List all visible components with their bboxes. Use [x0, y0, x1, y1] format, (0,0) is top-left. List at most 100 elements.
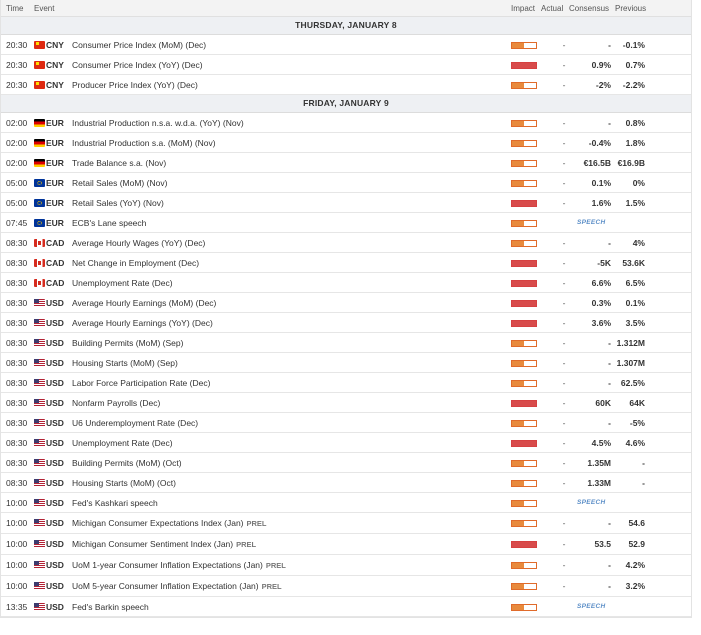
event-name[interactable]: Average Hourly Earnings (MoM) (Dec) [72, 298, 216, 308]
event-row[interactable]: 20:30 CNY Consumer Price Index (MoM) (Dec)… [1, 35, 691, 55]
event-name[interactable]: Retail Sales (YoY) (Nov) [72, 198, 164, 208]
actual-value: - [562, 438, 566, 448]
event-name[interactable]: Unemployment Rate (Dec) [72, 438, 173, 448]
event-name[interactable]: Nonfarm Payrolls (Dec) [72, 398, 160, 408]
event-row[interactable]: 08:30 USD Nonfarm Payrolls (Dec) - 60K 64K [1, 393, 691, 413]
impact-indicator [511, 583, 537, 590]
event-title[interactable]: Michigan Consumer Sentiment Index (Jan) [72, 539, 233, 549]
event-title[interactable]: Producer Price Index (YoY) (Dec) [72, 80, 198, 90]
event-row[interactable]: 02:00 EUR Trade Balance s.a. (Nov) - €16.5B €… [1, 153, 691, 173]
event-row[interactable]: 08:30 USD Average Hourly Earnings (YoY) (D… [1, 313, 691, 333]
event-title[interactable]: Average Hourly Earnings (YoY) (Dec) [72, 318, 213, 328]
event-title[interactable]: Fed's Kashkari speech [72, 498, 158, 508]
event-row[interactable]: 10:00 USD UoM 5-year Consumer Inflation Ex… [1, 576, 691, 597]
event-row[interactable]: 08:30 USD U6 Underemployment Rate (Dec) - - -… [1, 413, 691, 433]
event-row[interactable]: 10:00 USD Fed's Kashkari speech SPEECH [1, 493, 691, 513]
event-row[interactable]: 20:30 CNY Producer Price Index (YoY) (Dec)… [1, 75, 691, 95]
event-name[interactable]: U6 Underemployment Rate (Dec) [72, 418, 198, 428]
event-title[interactable]: Retail Sales (YoY) (Nov) [72, 198, 164, 208]
event-name[interactable]: UoM 5-year Consumer Inflation Expectatio… [72, 581, 282, 591]
consensus-value: - [608, 338, 611, 348]
event-row[interactable]: 08:30 USD Building Permits (MoM) (Sep) - -1.… [1, 333, 691, 353]
event-name[interactable]: Labor Force Participation Rate (Dec) [72, 378, 210, 388]
event-row[interactable]: 08:30 USD Building Permits (MoM) (Oct) - 1.3… [1, 453, 691, 473]
event-title[interactable]: Building Permits (MoM) (Oct) [72, 458, 182, 468]
event-row[interactable]: 13:35 USD Fed's Barkin speech SPEECH [1, 597, 691, 617]
event-title[interactable]: Consumer Price Index (MoM) (Dec) [72, 40, 206, 50]
event-row[interactable]: 08:30 CAD Net Change in Employment (Dec) - -… [1, 253, 691, 273]
event-name[interactable]: Michigan Consumer Expectations Index (Ja… [72, 518, 267, 528]
event-name[interactable]: Average Hourly Earnings (YoY) (Dec) [72, 318, 213, 328]
event-row[interactable]: 07:45 EUR ECB's Lane speech SPEECH [1, 213, 691, 233]
event-name[interactable]: Consumer Price Index (YoY) (Dec) [72, 60, 203, 70]
event-name[interactable]: Industrial Production n.s.a. w.d.a. (YoY… [72, 118, 244, 128]
impact-indicator [511, 320, 537, 327]
event-title[interactable]: Industrial Production n.s.a. w.d.a. (YoY… [72, 118, 244, 128]
event-row[interactable]: 08:30 CAD Average Hourly Wages (YoY) (Dec)… [1, 233, 691, 253]
impact-fill [512, 521, 524, 526]
currency-code: EUR [46, 218, 64, 228]
event-row[interactable]: 02:00 EUR Industrial Production n.s.a. w.d… [1, 113, 691, 133]
consensus-value: 53.5 [594, 539, 611, 549]
event-row[interactable]: 05:00 EUR Retail Sales (YoY) (Nov) - 1.6% 1.5… [1, 193, 691, 213]
event-name[interactable]: Unemployment Rate (Dec) [72, 278, 173, 288]
event-title[interactable]: Unemployment Rate (Dec) [72, 438, 173, 448]
event-title[interactable]: Retail Sales (MoM) (Nov) [72, 178, 167, 188]
event-title[interactable]: Industrial Production s.a. (MoM) (Nov) [72, 138, 216, 148]
event-name[interactable]: Average Hourly Wages (YoY) (Dec) [72, 238, 205, 248]
event-row[interactable]: 02:00 EUR Industrial Production s.a. (MoM)… [1, 133, 691, 153]
event-name[interactable]: Housing Starts (MoM) (Sep) [72, 358, 178, 368]
event-time: 10:00 [6, 518, 28, 528]
event-row[interactable]: 10:00 USD Michigan Consumer Expectations I… [1, 513, 691, 534]
event-title[interactable]: Labor Force Participation Rate (Dec) [72, 378, 210, 388]
event-title[interactable]: Trade Balance s.a. (Nov) [72, 158, 166, 168]
event-name[interactable]: Net Change in Employment (Dec) [72, 258, 199, 268]
event-row[interactable]: 20:30 CNY Consumer Price Index (YoY) (Dec)… [1, 55, 691, 75]
event-name[interactable]: Producer Price Index (YoY) (Dec) [72, 80, 198, 90]
event-name[interactable]: Building Permits (MoM) (Oct) [72, 458, 182, 468]
event-name[interactable]: Retail Sales (MoM) (Nov) [72, 178, 167, 188]
event-title[interactable]: Net Change in Employment (Dec) [72, 258, 199, 268]
event-row[interactable]: 08:30 USD Housing Starts (MoM) (Oct) - 1.33M… [1, 473, 691, 493]
event-title[interactable]: Housing Starts (MoM) (Oct) [72, 478, 176, 488]
previous-value: 4.2% [625, 560, 645, 570]
event-row[interactable]: 10:00 USD UoM 1-year Consumer Inflation Ex… [1, 555, 691, 576]
event-title[interactable]: Nonfarm Payrolls (Dec) [72, 398, 160, 408]
event-row[interactable]: 08:30 USD Labor Force Participation Rate (… [1, 373, 691, 393]
event-row[interactable]: 08:30 USD Housing Starts (MoM) (Sep) - -1.30… [1, 353, 691, 373]
event-name[interactable]: Michigan Consumer Sentiment Index (Jan) P… [72, 539, 256, 549]
event-name[interactable]: Fed's Barkin speech [72, 602, 149, 612]
calendar-rows: THURSDAY, JANUARY 8 20:30 CNY Consumer Pric… [1, 17, 691, 617]
event-row[interactable]: 05:00 EUR Retail Sales (MoM) (Nov) - 0.1% 0% [1, 173, 691, 193]
event-name[interactable]: ECB's Lane speech [72, 218, 146, 228]
previous-value: 53.6K [622, 258, 645, 268]
event-title[interactable]: Average Hourly Wages (YoY) (Dec) [72, 238, 205, 248]
event-row[interactable]: 08:30 CAD Unemployment Rate (Dec) - 6.6% 6.5% [1, 273, 691, 293]
event-row[interactable]: 08:30 USD Unemployment Rate (Dec) - 4.5% 4.6% [1, 433, 691, 453]
speech-badge: SPEECH [577, 499, 606, 506]
event-name[interactable]: Consumer Price Index (MoM) (Dec) [72, 40, 206, 50]
event-row[interactable]: 10:00 USD Michigan Consumer Sentiment Inde… [1, 534, 691, 555]
previous-value: - [642, 458, 645, 468]
event-name[interactable]: Building Permits (MoM) (Sep) [72, 338, 183, 348]
event-title[interactable]: Consumer Price Index (YoY) (Dec) [72, 60, 203, 70]
event-title[interactable]: ECB's Lane speech [72, 218, 146, 228]
event-title[interactable]: Michigan Consumer Expectations Index (Ja… [72, 518, 244, 528]
event-name[interactable]: Trade Balance s.a. (Nov) [72, 158, 166, 168]
event-name[interactable]: Industrial Production s.a. (MoM) (Nov) [72, 138, 216, 148]
event-title[interactable]: Average Hourly Earnings (MoM) (Dec) [72, 298, 216, 308]
event-title[interactable]: Housing Starts (MoM) (Sep) [72, 358, 178, 368]
event-time: 10:00 [6, 581, 28, 591]
currency-code: USD [46, 318, 64, 328]
event-title[interactable]: Fed's Barkin speech [72, 602, 149, 612]
event-row[interactable]: 08:30 USD Average Hourly Earnings (MoM) (D… [1, 293, 691, 313]
event-title[interactable]: Building Permits (MoM) (Sep) [72, 338, 183, 348]
event-title[interactable]: UoM 5-year Consumer Inflation Expectatio… [72, 581, 259, 591]
event-name[interactable]: UoM 1-year Consumer Inflation Expectatio… [72, 560, 286, 570]
event-title[interactable]: Unemployment Rate (Dec) [72, 278, 173, 288]
event-name[interactable]: Fed's Kashkari speech [72, 498, 158, 508]
event-name[interactable]: Housing Starts (MoM) (Oct) [72, 478, 176, 488]
event-title[interactable]: U6 Underemployment Rate (Dec) [72, 418, 198, 428]
impact-fill [512, 63, 536, 68]
event-title[interactable]: UoM 1-year Consumer Inflation Expectatio… [72, 560, 263, 570]
